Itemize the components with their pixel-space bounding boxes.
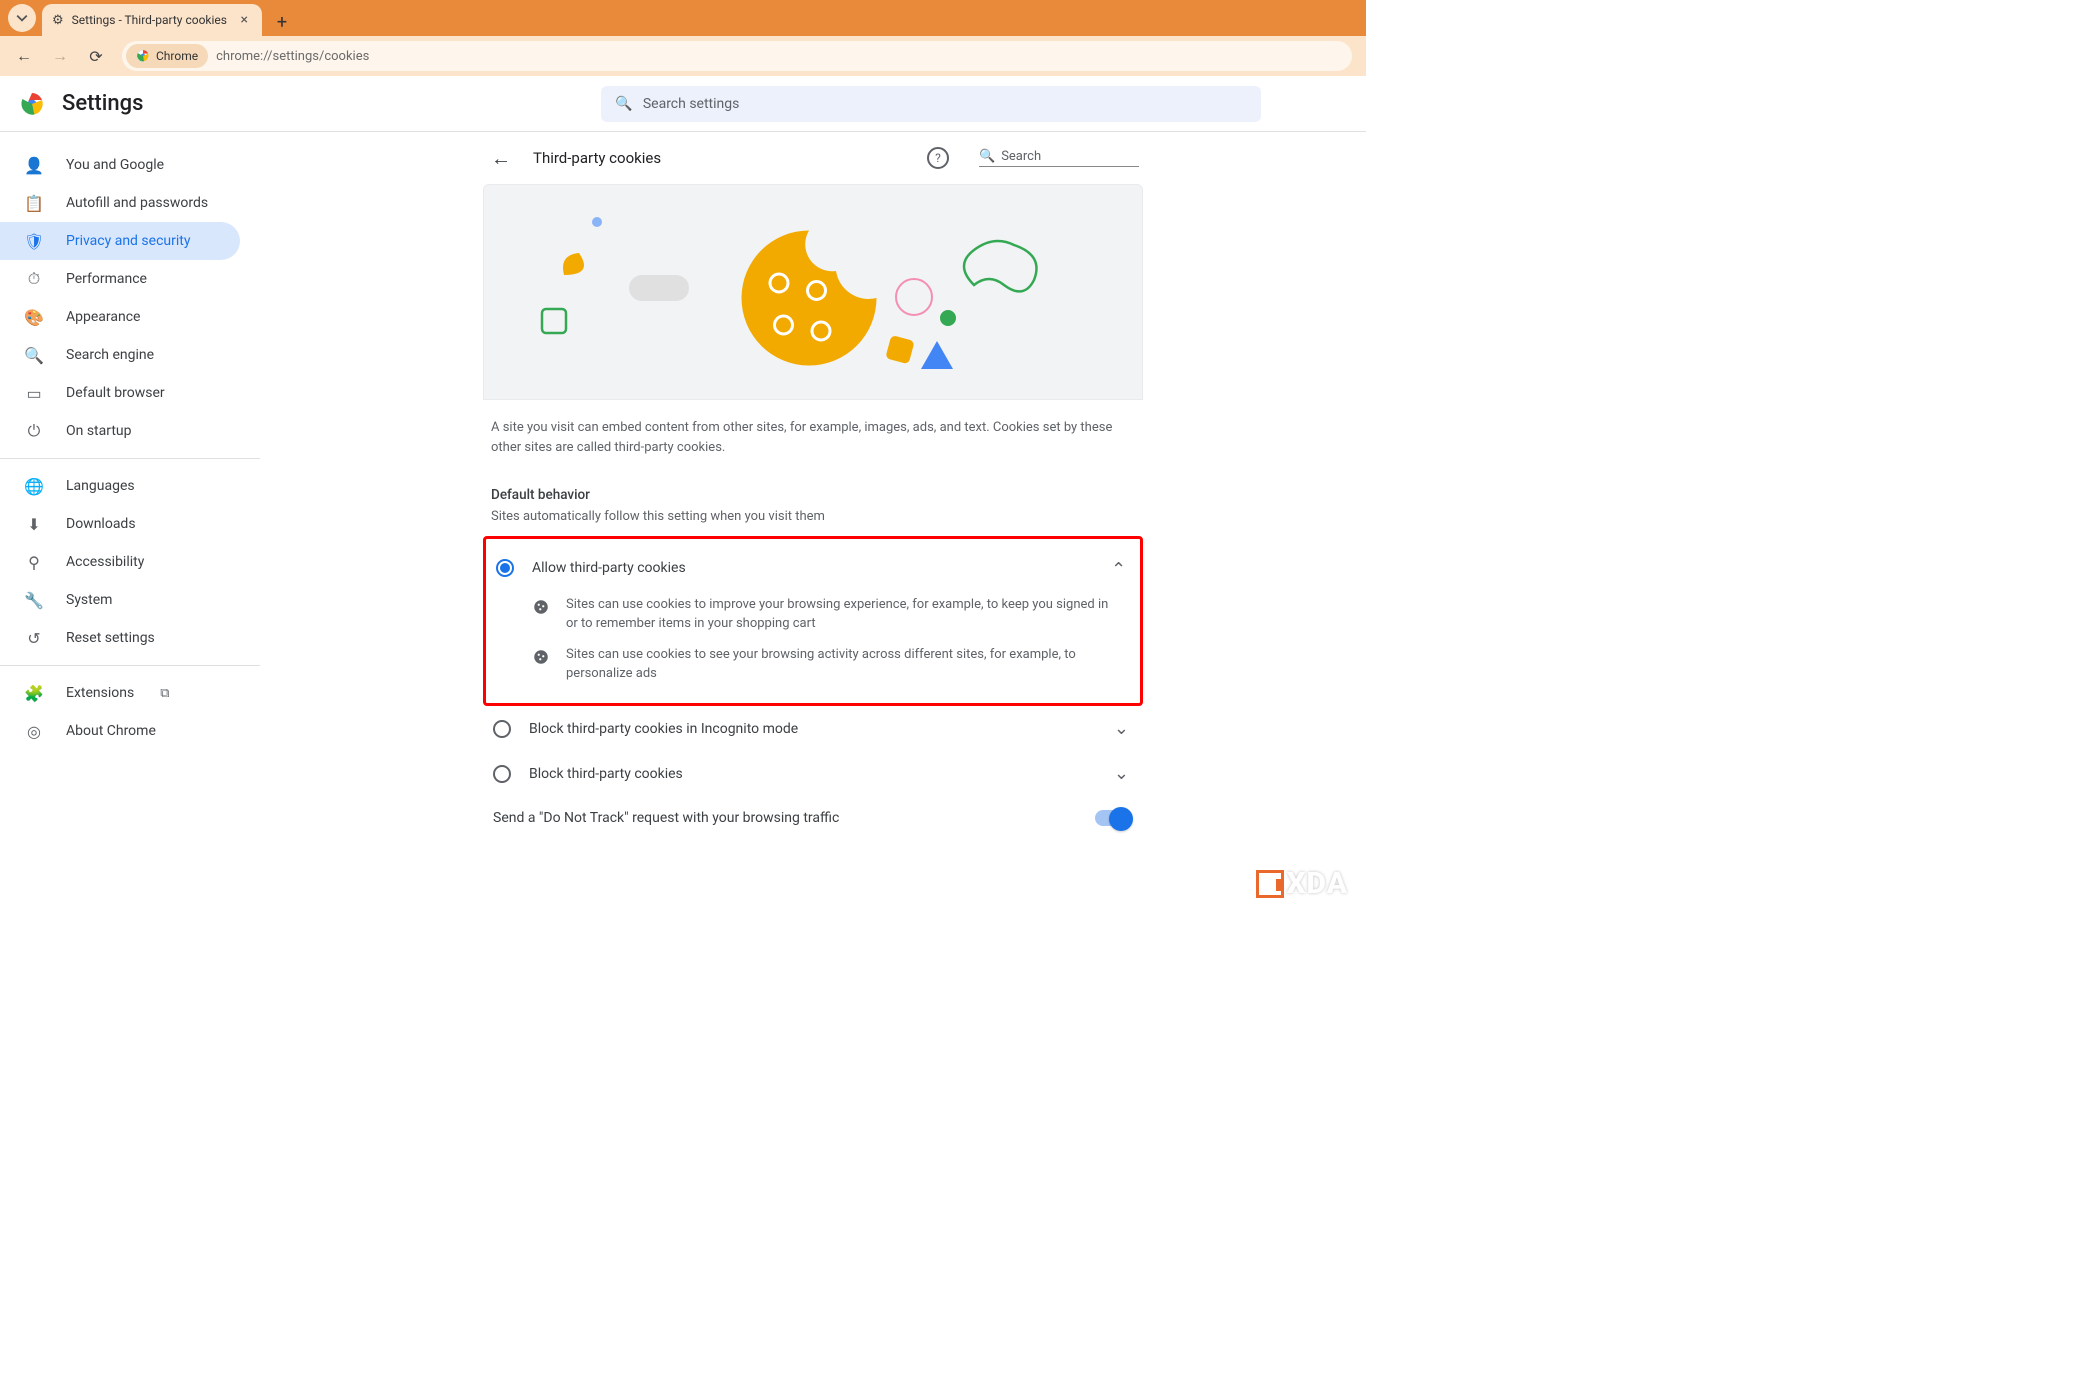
allow-detail-2: Sites can use cookies to see your browsi… (486, 640, 1140, 690)
radio-allow-third-party[interactable]: Allow third-party cookies ⌄ (486, 545, 1140, 590)
default-behavior-sub: Sites automatically follow this setting … (491, 509, 1143, 524)
watermark: XDA (1256, 866, 1348, 901)
sidebar-item-privacy[interactable]: 🛡Privacy and security (0, 222, 240, 260)
hero-illustration (483, 184, 1143, 400)
close-icon[interactable]: × (237, 12, 252, 28)
restore-icon: ↺ (24, 629, 44, 648)
sidebar-item-system[interactable]: 🔧System (0, 581, 240, 619)
radio-block-label: Block third-party cookies (529, 766, 1096, 782)
chevron-up-icon[interactable]: ⌄ (1111, 557, 1126, 578)
watermark-logo-icon (1256, 870, 1284, 898)
gear-icon: ⚙ (52, 13, 64, 28)
allow-detail-1: Sites can use cookies to improve your br… (486, 590, 1140, 640)
search-settings-input[interactable]: 🔍 Search settings (601, 86, 1261, 122)
chrome-chip: Chrome (126, 44, 208, 68)
settings-content: ← Third-party cookies ? 🔍 Search (483, 132, 1143, 911)
sidebar-item-accessibility[interactable]: ⚲Accessibility (0, 543, 240, 581)
download-icon: ⬇ (24, 515, 44, 534)
search-icon: 🔍 (979, 149, 995, 164)
person-icon: 👤 (24, 156, 44, 175)
tab-title: Settings - Third-party cookies (72, 13, 229, 27)
puzzle-icon: 🧩 (24, 684, 44, 703)
speed-icon: ⏱ (24, 269, 44, 289)
page-header: ← Third-party cookies ? 🔍 Search (483, 132, 1143, 184)
sidebar-item-downloads[interactable]: ⬇Downloads (0, 505, 240, 543)
browser-toolbar: ← → ⟳ Chrome chrome://settings/cookies (0, 36, 1366, 76)
local-search-placeholder: Search (1001, 149, 1041, 164)
browser-tab[interactable]: ⚙ Settings - Third-party cookies × (42, 4, 262, 36)
palette-icon: 🎨 (24, 308, 44, 327)
settings-sidebar: 👤You and Google 📋Autofill and passwords … (0, 132, 260, 911)
sidebar-item-on-startup[interactable]: ⏻On startup (0, 412, 240, 450)
intro-text: A site you visit can embed content from … (483, 400, 1143, 457)
sidebar-item-search-engine[interactable]: 🔍Search engine (0, 336, 240, 374)
chrome-icon (136, 49, 150, 63)
dnt-label: Send a "Do Not Track" request with your … (493, 810, 1095, 826)
default-behavior-label: Default behavior (491, 487, 1143, 503)
chrome-logo-icon (20, 92, 44, 116)
sidebar-item-appearance[interactable]: 🎨Appearance (0, 298, 240, 336)
radio-icon (496, 559, 514, 577)
shield-icon: 🛡 (24, 232, 44, 251)
new-tab-button[interactable]: + (268, 8, 296, 36)
radio-incognito-label: Block third-party cookies in Incognito m… (529, 721, 1096, 737)
window-icon: ▭ (24, 384, 44, 403)
sidebar-item-reset[interactable]: ↺Reset settings (0, 619, 240, 657)
sidebar-item-performance[interactable]: ⏱Performance (0, 260, 240, 298)
settings-header: Settings 🔍 Search settings (0, 76, 1366, 132)
sidebar-divider (0, 458, 260, 459)
local-search-input[interactable]: 🔍 Search (979, 149, 1139, 167)
search-icon: 🔍 (615, 96, 632, 112)
url-text: chrome://settings/cookies (216, 49, 369, 64)
clipboard-icon: 📋 (24, 194, 44, 213)
radio-icon (493, 765, 511, 783)
tab-search-button[interactable] (8, 4, 36, 32)
chevron-down-icon[interactable]: ⌄ (1114, 718, 1129, 739)
radio-block-all[interactable]: Block third-party cookies ⌄ (483, 751, 1143, 796)
reload-button[interactable]: ⟳ (82, 42, 110, 70)
power-icon: ⏻ (24, 421, 44, 441)
settings-title: Settings (62, 91, 143, 116)
radio-icon (493, 720, 511, 738)
cookie-icon (532, 598, 550, 616)
help-icon[interactable]: ? (927, 147, 949, 169)
globe-icon: 🌐 (24, 477, 44, 496)
page-back-button[interactable]: ← (487, 146, 515, 171)
chrome-icon: ◎ (24, 722, 44, 741)
highlight-annotation: Allow third-party cookies ⌄ Sites can us… (483, 536, 1143, 706)
sidebar-item-about[interactable]: ◎About Chrome (0, 712, 240, 750)
page-title: Third-party cookies (533, 149, 909, 167)
radio-block-incognito[interactable]: Block third-party cookies in Incognito m… (483, 706, 1143, 751)
sidebar-item-default-browser[interactable]: ▭Default browser (0, 374, 240, 412)
search-icon: 🔍 (24, 346, 44, 365)
watermark-text: XDA (1286, 866, 1348, 901)
do-not-track-row[interactable]: Send a "Do Not Track" request with your … (483, 796, 1143, 826)
external-link-icon: ⧉ (160, 686, 169, 701)
sidebar-item-languages[interactable]: 🌐Languages (0, 467, 240, 505)
sidebar-divider (0, 665, 260, 666)
sidebar-item-extensions[interactable]: 🧩Extensions⧉ (0, 674, 240, 712)
browser-titlebar: ⚙ Settings - Third-party cookies × + (0, 0, 1366, 36)
chevron-down-icon[interactable]: ⌄ (1114, 763, 1129, 784)
chip-label: Chrome (156, 49, 198, 63)
back-button[interactable]: ← (10, 42, 38, 70)
forward-button[interactable]: → (46, 42, 74, 70)
accessibility-icon: ⚲ (24, 553, 44, 572)
sidebar-item-autofill[interactable]: 📋Autofill and passwords (0, 184, 240, 222)
cookie-icon (532, 648, 550, 666)
wrench-icon: 🔧 (24, 591, 44, 610)
address-bar[interactable]: Chrome chrome://settings/cookies (122, 41, 1352, 71)
radio-allow-label: Allow third-party cookies (532, 560, 1093, 576)
sidebar-item-you-and-google[interactable]: 👤You and Google (0, 146, 240, 184)
dnt-toggle[interactable] (1095, 810, 1129, 826)
search-placeholder: Search settings (643, 96, 740, 112)
